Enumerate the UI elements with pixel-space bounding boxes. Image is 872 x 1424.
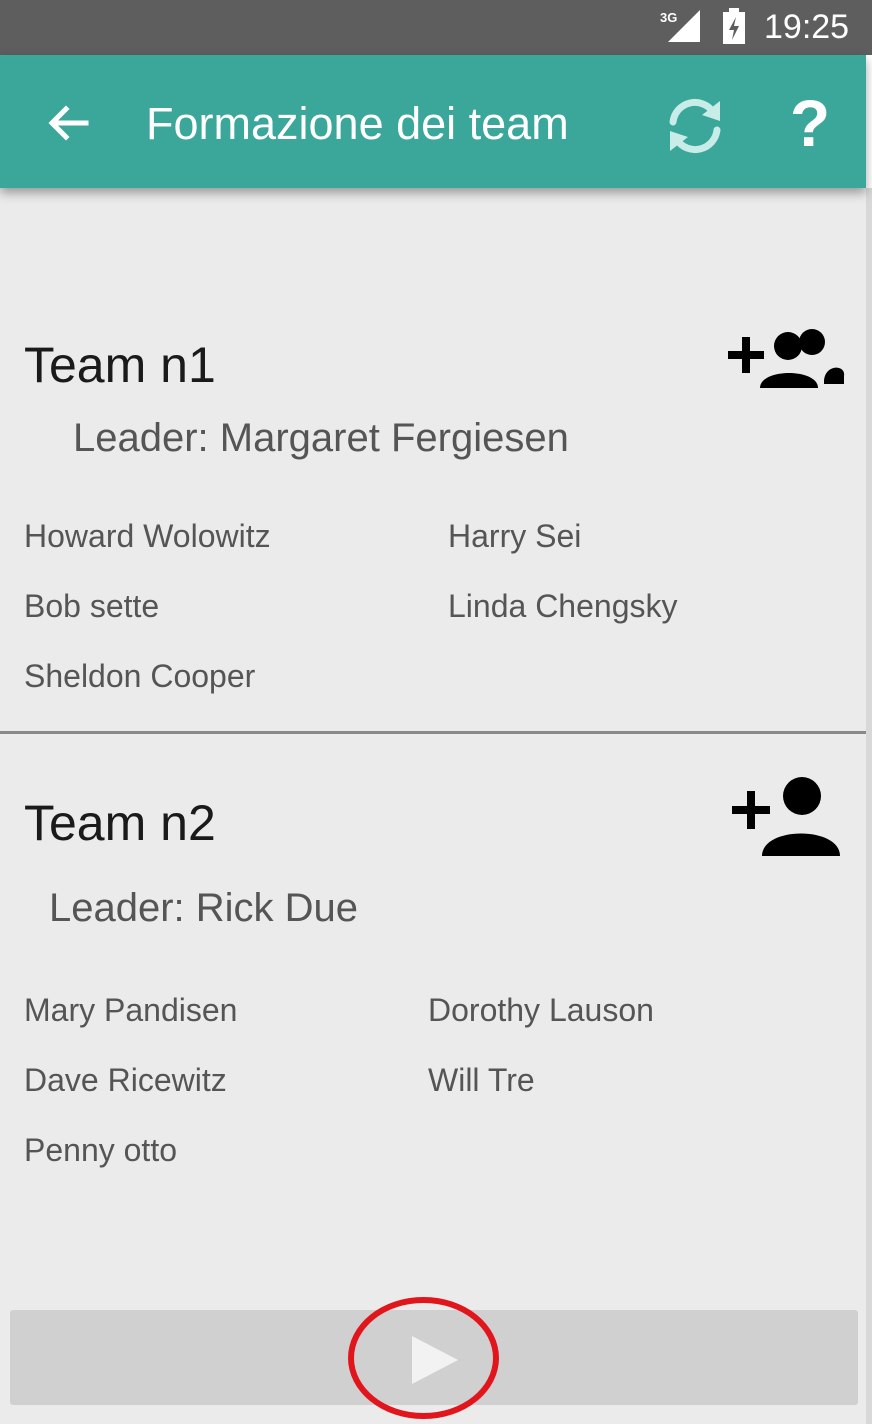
page-title: Formazione dei team: [146, 98, 569, 149]
scrollbar-track: [866, 188, 872, 1424]
team-member: Penny otto: [24, 1132, 177, 1168]
battery-icon: [723, 8, 745, 44]
group-add-icon[interactable]: [726, 326, 846, 390]
team-member: Bob sette: [24, 588, 160, 624]
team-member: Howard Wolowitz: [24, 518, 271, 554]
team-member: Dorothy Lauson: [428, 992, 654, 1028]
team-card: Team n2 Leader: Rick Due Mary Pandisen D…: [0, 736, 866, 1168]
team-card: Team n1 Leader: Margaret Fergiesen Howar…: [0, 326, 866, 734]
status-bar: 3G 19:25: [0, 0, 872, 55]
team-leader: Leader: Margaret Fergiesen: [73, 416, 569, 460]
signal-icon: [668, 10, 700, 42]
back-button[interactable]: [38, 93, 98, 153]
team-member: Mary Pandisen: [24, 992, 238, 1028]
team-list: Team n1 Leader: Margaret Fergiesen Howar…: [0, 188, 866, 1424]
arrow-left-icon: [48, 105, 89, 141]
team-member: Linda Chengsky: [448, 588, 678, 624]
team-title: Team n1: [24, 337, 216, 393]
team-member: Harry Sei: [448, 518, 582, 554]
team-member: Dave Ricewitz: [24, 1062, 227, 1098]
clock: 19:25: [764, 8, 850, 46]
help-button[interactable]: ?: [782, 85, 838, 161]
person-add-icon[interactable]: [730, 776, 842, 858]
team-leader: Leader: Rick Due: [49, 886, 359, 930]
team-member: Sheldon Cooper: [24, 658, 256, 694]
team-title: Team n2: [24, 795, 216, 851]
app-bar: Formazione dei team ?: [0, 55, 866, 188]
highlight-circle: [348, 1297, 499, 1419]
refresh-icon[interactable]: [660, 91, 730, 161]
team-member: Will Tre: [428, 1062, 535, 1098]
